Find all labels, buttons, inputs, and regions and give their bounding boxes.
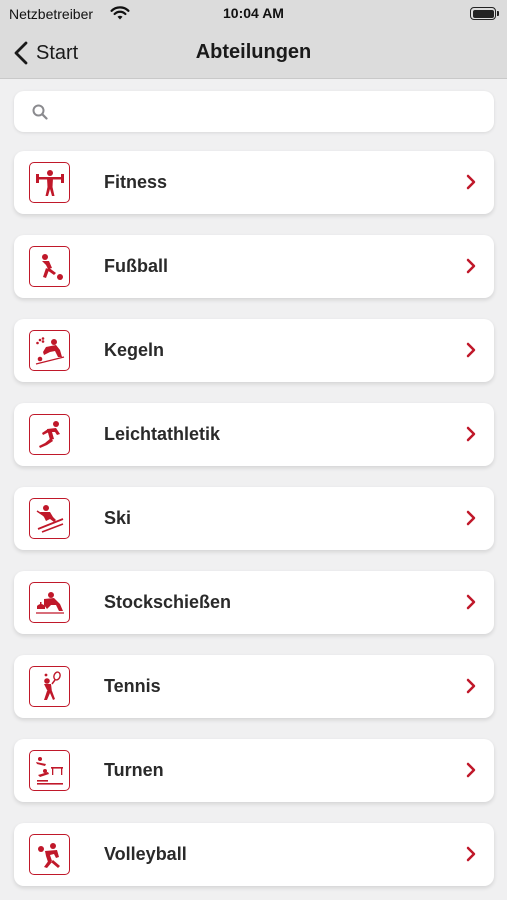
list-item-stockschiessen[interactable]: Stockschießen <box>14 571 494 634</box>
chevron-right-icon <box>466 678 476 694</box>
list-item-label: Volleyball <box>104 844 187 864</box>
chevron-right-icon <box>466 762 476 778</box>
list-item-label: Fitness <box>104 172 168 192</box>
ski-icon <box>29 498 70 539</box>
chevron-right-icon <box>466 510 476 526</box>
volleyball-icon <box>29 834 70 875</box>
list-item-label: Fußball <box>104 256 168 276</box>
list-item-label: Ski <box>104 508 132 528</box>
list-item-label: Tennis <box>104 676 161 696</box>
list-item-ski[interactable]: Ski <box>14 487 494 550</box>
gymnastics-icon <box>29 750 70 791</box>
chevron-right-icon <box>466 342 476 358</box>
soccer-icon <box>29 246 70 287</box>
search-input[interactable] <box>58 99 478 124</box>
list-item-volleyball[interactable]: Volleyball <box>14 823 494 886</box>
status-bar: Netzbetreiber 10:04 AM <box>0 0 507 28</box>
fitness-icon <box>29 162 70 203</box>
list-item-fitness[interactable]: Fitness <box>14 151 494 214</box>
curling-icon <box>29 582 70 623</box>
status-time: 10:04 AM <box>223 5 284 21</box>
list-item-fussball[interactable]: Fußball <box>14 235 494 298</box>
chevron-right-icon <box>466 174 476 190</box>
search-bar[interactable] <box>14 91 494 132</box>
battery-icon <box>470 7 499 20</box>
list-item-turnen[interactable]: Turnen <box>14 739 494 802</box>
chevron-right-icon <box>466 594 476 610</box>
list-item-leichtathletik[interactable]: Leichtathletik <box>14 403 494 466</box>
list-item-tennis[interactable]: Tennis <box>14 655 494 718</box>
chevron-right-icon <box>466 258 476 274</box>
list-item-label: Kegeln <box>104 340 165 360</box>
navigation-bar: Start Abteilungen <box>0 28 507 79</box>
list-item-kegeln[interactable]: Kegeln <box>14 319 494 382</box>
list-item-label: Stockschießen <box>104 592 232 612</box>
chevron-right-icon <box>466 426 476 442</box>
chevron-right-icon <box>466 846 476 862</box>
search-icon <box>32 104 48 120</box>
tennis-icon <box>29 666 70 707</box>
list-item-label: Turnen <box>104 760 164 780</box>
list-item-label: Leichtathletik <box>104 424 221 444</box>
bowling-icon <box>29 330 70 371</box>
page-title: Abteilungen <box>195 41 312 63</box>
running-icon <box>29 414 70 455</box>
